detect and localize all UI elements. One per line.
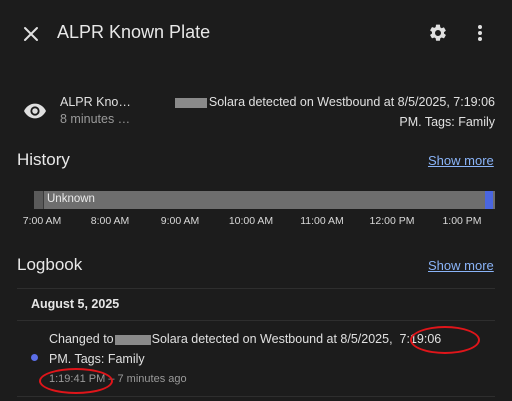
entity-name: ALPR Kno…: [60, 95, 131, 109]
history-show-more-link[interactable]: Show more: [428, 153, 494, 168]
timeline-segment-current[interactable]: [485, 191, 493, 209]
more-options-button[interactable]: [468, 19, 492, 47]
close-button[interactable]: [16, 19, 46, 49]
divider: [17, 288, 495, 289]
entity-state-text: Solara detected on Westbound at 8/5/2025…: [208, 95, 495, 109]
entity-last-changed: 8 minutes …: [60, 112, 131, 126]
logbook-entry-text: Solara detected on Westbound at 8/5/2025…: [151, 332, 393, 346]
close-icon: [24, 27, 38, 41]
logbook-entry-prefix: Changed to: [49, 332, 114, 346]
settings-button[interactable]: [424, 19, 452, 47]
timeline-state-label: Unknown: [47, 193, 95, 205]
eye-icon: [22, 98, 48, 124]
timeline-tick: 11:00 AM: [300, 215, 344, 227]
timeline-tick: 7:00 AM: [22, 215, 62, 227]
redacted-plate: [174, 97, 207, 108]
logbook-entry-dot: [31, 354, 38, 361]
divider: [17, 396, 495, 397]
timeline-tick: 8:00 AM: [90, 215, 130, 227]
logbook-entry-message: Changed to Solara detected on Westbound a…: [49, 332, 441, 346]
timeline-tick: 12:00 PM: [369, 215, 415, 227]
timeline-tick: 9:00 AM: [160, 215, 200, 227]
dialog-title: ALPR Known Plate: [57, 22, 211, 42]
timeline-segment-start[interactable]: [34, 191, 43, 209]
divider: [17, 320, 495, 321]
timeline-divider: [43, 191, 44, 209]
entity-state: Solara detected on Westbound at 8/5/2025…: [174, 95, 495, 109]
entity-state-continued: PM. Tags: Family: [399, 115, 495, 129]
annotation-circle: [410, 326, 480, 354]
timeline-tick: 1:00 PM: [442, 215, 482, 227]
more-vertical-icon: [478, 25, 482, 41]
logbook-show-more-link[interactable]: Show more: [428, 258, 494, 273]
history-timeline-bar[interactable]: [34, 191, 495, 209]
logbook-entry-relative-time: 7 minutes ago: [117, 373, 187, 385]
gear-icon: [430, 24, 446, 41]
annotation-circle: [39, 368, 113, 394]
history-heading: History: [17, 150, 70, 169]
redacted-plate: [114, 334, 151, 345]
logbook-heading: Logbook: [17, 255, 83, 274]
logbook-date: August 5, 2025: [31, 297, 120, 311]
timeline-tick: 10:00 AM: [228, 215, 274, 227]
logbook-entry-message-continued: PM. Tags: Family: [49, 352, 145, 366]
